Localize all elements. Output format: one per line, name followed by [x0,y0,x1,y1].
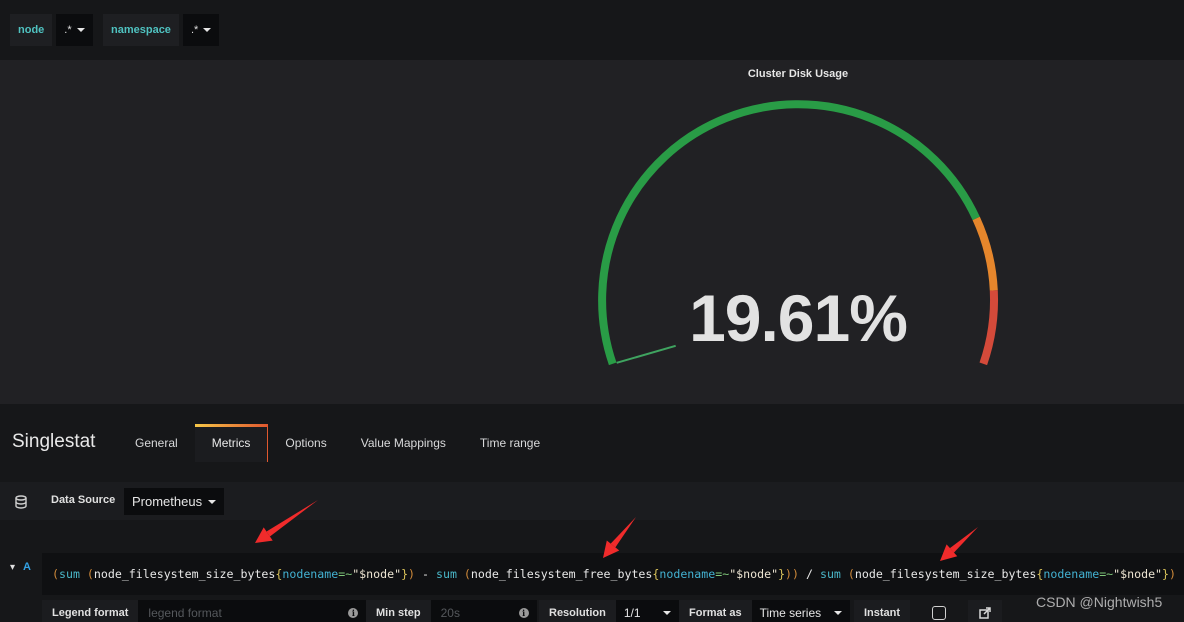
editor-tabs: General Metrics Options Value Mappings T… [118,424,557,462]
tab-general[interactable]: General [118,424,195,462]
query-token-paren: ) [408,567,416,581]
format-as-field: Format as Time series [679,600,850,622]
gauge-arc-warning [972,216,998,291]
instant-field: Instant [854,600,1003,622]
data-source-label: Data Source [51,494,116,506]
variable-node-select[interactable]: .* [56,14,93,46]
tab-options[interactable]: Options [268,424,343,462]
tab-metrics[interactable]: Metrics [194,424,269,462]
variable-node: node .* [10,14,93,46]
variable-namespace-label: namespace [103,14,179,46]
database-icon [15,495,27,509]
query-ref-id[interactable]: A [23,561,31,573]
gauge-arc-critical [979,290,999,366]
info-icon[interactable]: i [348,608,359,618]
data-source-select[interactable]: Prometheus [124,488,225,515]
data-source-value: Prometheus [132,494,203,509]
tab-value-mappings[interactable]: Value Mappings [344,424,463,462]
min-step-placeholder: 20s [440,606,460,620]
legend-format-field: Legend format legend format i [42,600,367,622]
format-as-label: Format as [679,600,752,622]
watermark: CSDN @Nightwish5 [1036,594,1163,610]
template-variables-bar: node .* namespace .* [0,0,1184,60]
variable-node-value: .* [64,24,72,36]
resolution-value: 1/1 [623,606,641,620]
query-token-str: "$node" [1113,567,1163,581]
gauge [598,100,999,366]
format-as-value: Time series [759,606,822,620]
query-token-paren: ( [847,567,855,581]
query-token-op: =~ [1099,567,1114,581]
tab-time-range[interactable]: Time range [463,424,557,462]
query-token-op: =~ [715,567,730,581]
query-token-op: =~ [338,567,353,581]
gauge-value: 19.61% [689,281,908,355]
collapse-caret-icon[interactable]: ▾ [10,562,15,573]
query-token-metric: node_filesystem_size_bytes [93,567,276,581]
resolution-select[interactable]: 1/1 [615,600,679,622]
query-token-metric [457,567,464,581]
caret-down-icon [76,28,85,32]
query-token-paren: )) [785,567,800,581]
query-token-str: "$node" [352,567,402,581]
share-icon [979,607,991,619]
query-token-paren: ( [86,567,94,581]
variable-namespace: namespace .* [103,14,220,46]
query-token-label: nodename [659,567,716,581]
variable-node-label: node [10,14,53,46]
resolution-label: Resolution [539,600,616,622]
min-step-input[interactable]: 20s i [430,600,537,622]
legend-format-placeholder: legend format [148,606,222,620]
data-source-row: Data Source Prometheus [0,482,1184,520]
query-expression-input[interactable]: (sum (node_filesystem_size_bytes{nodenam… [42,553,1184,595]
caret-down-icon [662,611,671,615]
query-token-paren: ) [1169,567,1177,581]
legend-format-label: Legend format [42,600,139,622]
variable-namespace-value: .* [190,24,199,36]
query-token-brace: } [778,567,786,581]
query-token-paren: ( [463,567,471,581]
instant-label: Instant [854,600,911,622]
query-row-a: ▾ A (sum (node_filesystem_size_bytes{nod… [0,549,1184,599]
min-step-field: Min step 20s i [366,600,537,622]
query-token-brace: } [1162,567,1170,581]
resolution-field: Resolution 1/1 [539,600,679,622]
legend-format-input[interactable]: legend format i [138,600,367,622]
query-token-fn: sum [435,567,457,581]
format-as-select[interactable]: Time series [751,600,850,622]
editor-title: Singlestat [12,431,96,452]
query-token-paren: ( [52,567,59,581]
query-token-metric [80,567,87,581]
query-token-fn: sum [819,567,841,581]
panel-editor: Singlestat General Metrics Options Value… [0,404,1184,622]
query-token-metric [841,567,848,581]
query-options-row: Legend format legend format i Min step 2… [0,600,1184,622]
gauge-start-marker [616,344,676,364]
query-token-metric: - [415,567,436,581]
min-step-label: Min step [366,600,431,622]
query-token-fn: sum [58,567,80,581]
inspect-button[interactable] [968,600,1003,622]
query-token-metric: / [799,567,820,581]
singlestat-panel[interactable]: Cluster Disk Usage 19.61% [0,60,1184,404]
info-icon[interactable]: i [518,608,529,618]
variable-namespace-select[interactable]: .* [182,14,220,46]
instant-checkbox-wrap [910,600,969,622]
query-token-str: "$node" [729,567,779,581]
caret-down-icon [833,611,842,615]
caret-down-icon [203,28,212,32]
query-token-label: nodename [1043,567,1100,581]
query-token-label: nodename [282,567,339,581]
caret-down-icon [208,499,217,504]
grafana-editor-screen: node .* namespace .* Cluster Disk Usage … [0,0,1184,622]
query-token-metric: node_filesystem_size_bytes [854,567,1037,581]
instant-checkbox[interactable] [932,606,947,620]
query-token-brace: } [401,567,409,581]
query-token-metric: node_filesystem_free_bytes [470,567,653,581]
